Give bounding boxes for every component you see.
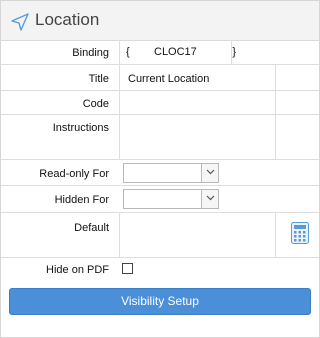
instructions-label: Instructions <box>52 122 109 134</box>
title-extra-cell <box>275 65 319 90</box>
binding-value: CLOC17 <box>154 46 197 58</box>
hidden-for-label: Hidden For <box>54 194 109 206</box>
location-arrow-icon <box>10 12 30 32</box>
title-row: Title Current Location <box>1 65 319 91</box>
panel-title: Location <box>35 10 100 29</box>
chevron-down-icon <box>206 195 215 201</box>
hidden-for-row: Hidden For <box>1 186 319 213</box>
code-label: Code <box>82 98 109 110</box>
code-field[interactable] <box>119 91 275 114</box>
code-row: Code <box>1 91 319 115</box>
default-extra-cell <box>275 213 319 257</box>
instructions-field[interactable] <box>119 115 275 159</box>
hidden-for-cell <box>119 186 275 212</box>
default-row: Default <box>1 213 319 258</box>
instructions-extra-cell <box>275 115 319 159</box>
default-label: Default <box>74 222 109 234</box>
title-field[interactable]: Current Location <box>119 65 275 90</box>
readonly-for-cell <box>119 160 275 185</box>
hidden-for-select[interactable] <box>123 189 219 209</box>
hide-on-pdf-row: Hide on PDF <box>1 258 319 280</box>
readonly-for-row: Read-only For <box>1 160 319 186</box>
default-field[interactable] <box>119 213 275 257</box>
binding-extra-cell <box>231 41 319 64</box>
panel-header: Location <box>1 1 319 41</box>
title-value: Current Location <box>128 73 210 85</box>
binding-row: Binding { CLOC17 } <box>1 41 319 65</box>
binding-label: Binding <box>72 47 109 59</box>
readonly-for-label: Read-only For <box>39 168 109 180</box>
binding-open-brace: { <box>126 46 130 58</box>
chevron-down-icon <box>206 169 215 175</box>
hide-on-pdf-checkbox[interactable] <box>122 263 133 274</box>
code-extra-cell <box>275 91 319 114</box>
instructions-row: Instructions <box>1 115 319 160</box>
hide-on-pdf-label: Hide on PDF <box>46 264 109 276</box>
calculator-icon[interactable] <box>291 222 309 244</box>
properties-panel: Location Binding { CLOC17 } Title Curren… <box>0 0 320 338</box>
title-label: Title <box>88 73 109 85</box>
hidden-for-dropdown[interactable] <box>201 190 218 208</box>
visibility-setup-button[interactable]: Visibility Setup <box>9 288 311 315</box>
readonly-for-dropdown[interactable] <box>201 164 218 182</box>
readonly-for-select[interactable] <box>123 163 219 183</box>
